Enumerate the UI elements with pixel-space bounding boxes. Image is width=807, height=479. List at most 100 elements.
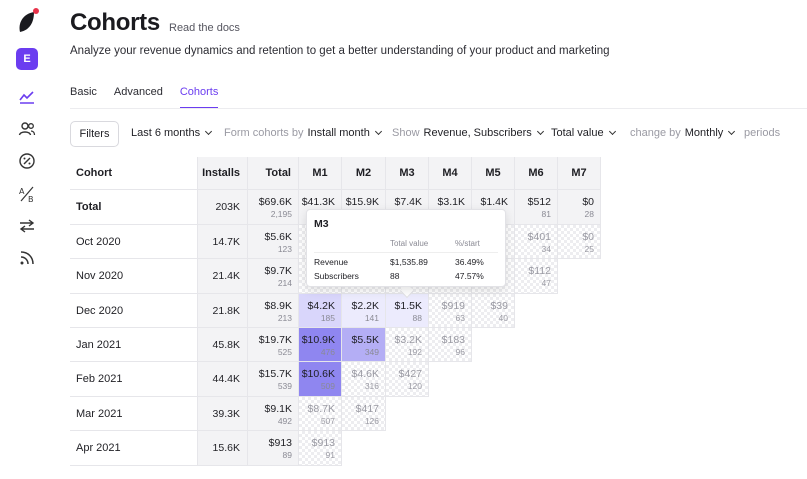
cohort-cell[interactable]: $0 28 [558,190,601,225]
cell-subscribers: 316 [364,381,379,391]
cell-value: $1.4K [480,196,508,208]
periods-label: periods [744,127,784,139]
cohort-cell[interactable]: $417 126 [342,397,386,431]
cohort-cell[interactable]: $401 34 [515,225,558,259]
installs-cell: 45.8K [198,328,248,362]
cell-value: $401 [527,231,551,243]
cohort-cell[interactable]: $10.9K 476 [299,328,342,362]
total-subscribers: 213 [277,313,292,323]
total-value: $15.7K [258,368,292,380]
tooltip-row-label: Revenue [314,257,349,267]
cell-value: $0 [582,231,594,243]
cell-subscribers: 81 [541,209,551,219]
cell-value: $919 [441,300,465,312]
column-header[interactable]: M7 [558,157,601,190]
cohort-cell[interactable]: $2.2K 141 [342,294,386,328]
show-value: Revenue, Subscribers [423,127,532,139]
installs-cell: 203K [198,190,248,225]
form-cohorts-dropdown[interactable]: Form cohorts by Install month [224,127,382,139]
total-subscribers: 2,195 [270,209,292,219]
cohort-label: Jan 2021 [70,328,198,362]
logo-icon[interactable] [16,8,40,34]
installs-cell: 14.7K [198,225,248,259]
change-by-label: change by [630,127,681,139]
column-header[interactable]: M1 [299,157,342,190]
discount-badge-icon[interactable] [16,150,38,172]
column-header[interactable]: M3 [386,157,429,190]
filters-button[interactable]: Filters [70,121,119,147]
column-header[interactable]: M4 [429,157,472,190]
tooltip-col-start: %/start [455,239,480,248]
cell-subscribers: 40 [498,313,508,323]
change-by-dropdown[interactable]: change by Monthly [630,127,736,139]
tab-basic[interactable]: Basic [70,86,97,109]
cell-subscribers: 126 [364,416,379,426]
column-header[interactable]: M5 [472,157,515,190]
total-subscribers: 214 [277,278,292,288]
total-value: $5.6K [264,231,292,243]
cohort-cell[interactable]: $913 91 [299,431,342,466]
cohort-cell[interactable]: $3.2K 192 [386,328,429,362]
total-value: $19.7K [258,334,292,346]
total-cell[interactable]: $15.7K 539 [248,362,299,397]
cell-value: $8.7K [307,403,335,415]
cell-subscribers: 185 [320,313,335,323]
cohort-cell[interactable]: $8.7K 507 [299,397,342,431]
column-header[interactable]: Cohort [70,157,198,190]
transfer-arrows-icon[interactable] [16,215,38,237]
tab-advanced[interactable]: Advanced [114,86,163,109]
form-cohorts-value: Install month [307,127,370,139]
cohort-cell[interactable]: $427 120 [386,362,429,397]
cohort-cell[interactable]: $919 63 [429,294,472,328]
periods-text: periods [744,127,781,139]
cohort-label: Dec 2020 [70,294,198,328]
cell-value: $1.5K [394,300,422,312]
total-cell[interactable]: $19.7K 525 [248,328,299,362]
ab-test-icon[interactable]: AB [16,183,38,205]
column-header[interactable]: Total [248,157,299,190]
cohort-cell[interactable]: $4.6K 316 [342,362,386,397]
total-cell[interactable]: $913 89 [248,431,299,466]
total-cell[interactable]: $69.6K 2,195 [248,190,299,225]
cohort-cell[interactable]: $5.5K 349 [342,328,386,362]
cohort-label: Total [70,190,198,225]
chevron-down-icon [608,127,616,136]
total-cell[interactable]: $9.7K 214 [248,259,299,294]
cohort-cell[interactable]: $10.6K 509 [299,362,342,397]
total-value-dropdown[interactable]: Total value [551,127,616,139]
total-cell[interactable]: $8.9K 213 [248,294,299,328]
cell-subscribers: 192 [407,347,422,357]
rss-feed-icon[interactable] [16,247,38,269]
cohort-cell[interactable]: $4.2K 185 [299,294,342,328]
cohort-cell[interactable]: $1.5K 88 [386,294,429,328]
period-dropdown[interactable]: Last 6 months [131,127,213,139]
total-cell[interactable]: $9.1K 492 [248,397,299,431]
tabs-divider [70,108,807,109]
cohort-cell[interactable]: $112 47 [515,259,558,294]
avatar[interactable]: E [16,48,38,70]
cohort-cell[interactable]: $39 40 [472,294,515,328]
cohort-cell[interactable]: $512 81 [515,190,558,225]
cell-subscribers: 120 [407,381,422,391]
cell-value: $913 [311,437,335,449]
cell-subscribers: 47 [541,278,551,288]
show-label: Show [392,127,420,139]
cell-value: $427 [398,368,422,380]
total-cell[interactable]: $5.6K 123 [248,225,299,259]
total-value: $9.1K [264,403,292,415]
column-header[interactable]: Installs [198,157,248,190]
users-icon[interactable] [16,118,38,140]
show-dropdown[interactable]: Show Revenue, Subscribers [392,127,544,139]
cohort-label: Feb 2021 [70,362,198,397]
tab-cohorts[interactable]: Cohorts [179,86,219,109]
cohort-cell[interactable]: $183 96 [429,328,472,362]
chart-line-icon[interactable] [16,86,38,108]
cell-value: $2.2K [351,300,379,312]
chevron-down-icon [536,127,544,136]
cell-subscribers: 476 [320,347,335,357]
page-title: Cohorts [70,9,160,36]
docs-link[interactable]: Read the docs [169,22,240,34]
column-header[interactable]: M6 [515,157,558,190]
column-header[interactable]: M2 [342,157,386,190]
cohort-cell[interactable]: $0 25 [558,225,601,259]
